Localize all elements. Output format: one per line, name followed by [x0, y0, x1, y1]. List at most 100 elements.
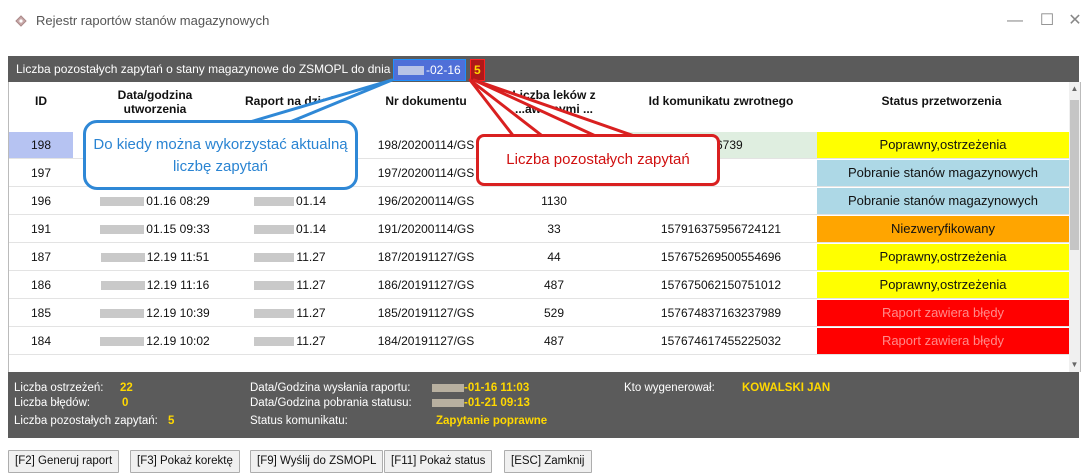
- remaining-queries-bar: Liczba pozostałych zapytań o stany magaz…: [8, 56, 1079, 82]
- cell-doc: 191/20200114/GS: [361, 216, 491, 242]
- column-header-drug-count[interactable]: Liczba leków z ...awionymi ...: [504, 88, 604, 116]
- remaining-queries-label: Liczba pozostałych zapytań o stany magaz…: [16, 62, 398, 76]
- cell-count: 44: [504, 244, 604, 270]
- column-header-return-message-id[interactable]: Id komunikatu zwrotnego: [621, 94, 821, 108]
- cell-msg-id: 157675062150751012: [621, 272, 821, 298]
- fetched-value: -01-21 09:13: [432, 396, 530, 410]
- cell-text: 11.27: [296, 250, 326, 264]
- cell-count: 1130: [504, 188, 604, 214]
- remaining-queries-count: 5: [470, 59, 485, 81]
- cell-status: Poprawny,ostrzeżenia: [817, 272, 1069, 298]
- minimize-button[interactable]: —: [998, 8, 1032, 34]
- table-row[interactable]: 196 01.16 08:29 01.14 196/20200114/GS 1130 Po…: [9, 188, 1069, 215]
- cell-text: 11.27: [296, 278, 326, 292]
- window-title: Rejestr raportów stanów magazynowych: [36, 13, 270, 28]
- cell-text: 184/20191127/GS: [377, 334, 475, 348]
- sent-label: Data/Godzina wysłania raportu:: [250, 382, 411, 394]
- redacted-year: [432, 383, 464, 392]
- cell-text: Poprawny,ostrzeżenia: [879, 137, 1007, 152]
- scroll-thumb[interactable]: [1070, 100, 1079, 250]
- redacted-year: [253, 225, 294, 235]
- cell-status: Poprawny,ostrzeżenia: [817, 244, 1069, 270]
- cell-id: 185: [9, 300, 73, 326]
- cell-status: Raport zawiera błędy: [817, 300, 1069, 326]
- remaining-value: 5: [168, 415, 175, 427]
- column-header-report-day[interactable]: Raport na dzień: [231, 94, 349, 108]
- cell-text: 157916375956724121: [660, 222, 782, 236]
- cell-count: 487: [504, 328, 604, 354]
- redacted-year: [254, 281, 295, 291]
- table-row[interactable]: 186 12.19 11:16 11.27 186/20191127/GS 487 157…: [9, 272, 1069, 299]
- column-header-document-number[interactable]: Nr dokumentu: [361, 94, 491, 108]
- redacted-year: [253, 197, 294, 207]
- cell-text: Poprawny,ostrzeżenia: [879, 277, 1007, 292]
- cell-created: 12.19 10:39: [91, 300, 219, 326]
- cell-id: 187: [9, 244, 73, 270]
- cell-status: Niezweryfikowany: [817, 216, 1069, 242]
- cell-id: 198: [9, 132, 73, 158]
- summary-panel: Liczba ostrzeżeń: 22 Liczba błędów: 0 Li…: [8, 372, 1079, 438]
- valid-until-date: -02-16: [393, 59, 466, 81]
- cell-text: 157675269500554696: [660, 250, 782, 264]
- cell-text: 186: [30, 278, 52, 292]
- message-status-value: Zapytanie poprawne: [436, 415, 548, 427]
- errors-label: Liczba błędów:: [14, 397, 91, 409]
- remaining-queries-callout: Liczba pozostałych zapytań: [476, 134, 720, 186]
- show-status-button[interactable]: [F11] Pokaż status: [384, 450, 493, 473]
- cell-text: 198: [30, 138, 52, 152]
- fetched-label: Data/Godzina pobrania statusu:: [250, 397, 412, 409]
- close-button[interactable]: ✕: [1058, 8, 1084, 34]
- cell-report-day: 11.27: [231, 272, 349, 298]
- cell-text: 12.19 11:16: [146, 278, 210, 292]
- redacted-year: [100, 197, 145, 207]
- cell-text: 01.14: [295, 194, 327, 208]
- cell-text: 01.16 08:29: [146, 194, 210, 208]
- cell-text: 196/20200114/GS: [377, 194, 475, 208]
- redacted-year: [432, 398, 464, 407]
- cell-text: 33: [547, 222, 561, 236]
- cell-msg-id: 157674837163237989: [621, 300, 821, 326]
- redacted-year: [100, 225, 145, 235]
- send-to-zsmopl-button[interactable]: [F9] Wyślij do ZSMOPL: [250, 450, 384, 473]
- cell-report-day: 11.27: [231, 300, 349, 326]
- cell-doc: 197/20200114/GS: [361, 160, 491, 186]
- table-row[interactable]: 187 12.19 11:51 11.27 187/20191127/GS 44 1576…: [9, 244, 1069, 271]
- redacted-year: [100, 337, 145, 347]
- cell-text: 11.27: [296, 306, 326, 320]
- cell-id: 197: [9, 160, 73, 186]
- generate-report-button[interactable]: [F2] Generuj raport: [8, 450, 120, 473]
- cell-report-day: 11.27: [231, 328, 349, 354]
- cell-text: 191: [30, 222, 52, 236]
- cell-doc: 198/20200114/GS: [361, 132, 491, 158]
- table-row[interactable]: 185 12.19 10:39 11.27 185/20191127/GS 529 157…: [9, 300, 1069, 327]
- title-bar: Rejestr raportów stanów magazynowych — ☐…: [0, 0, 1084, 40]
- cell-text: Raport zawiera błędy: [881, 305, 1005, 320]
- valid-until-callout: Do kiedy można wykorzystać aktualną licz…: [83, 120, 358, 190]
- column-header-created[interactable]: Data/godzina utworzenia: [91, 88, 219, 116]
- column-header-id[interactable]: ID: [9, 94, 73, 108]
- scroll-down-icon[interactable]: ▼: [1069, 358, 1080, 372]
- vertical-scrollbar[interactable]: ▲ ▼: [1069, 82, 1080, 372]
- table-row[interactable]: 191 01.15 09:33 01.14 191/20200114/GS 33 1579…: [9, 216, 1069, 243]
- cell-created: 01.16 08:29: [91, 188, 219, 214]
- cell-report-day: 11.27: [231, 244, 349, 270]
- cell-text: 12.19 10:02: [146, 334, 210, 348]
- scroll-up-icon[interactable]: ▲: [1069, 82, 1080, 96]
- table-row[interactable]: 184 12.19 10:02 11.27 184/20191127/GS 487 157…: [9, 328, 1069, 355]
- cell-text: 187/20191127/GS: [377, 250, 475, 264]
- cell-text: Poprawny,ostrzeżenia: [879, 249, 1007, 264]
- cell-text: 157675062150751012: [660, 278, 782, 292]
- close-dialog-button[interactable]: [ESC] Zamknij: [504, 450, 592, 473]
- column-header-status[interactable]: Status przetworzenia: [814, 94, 1069, 108]
- cell-text: Pobranie stanów magazynowych: [847, 165, 1039, 180]
- redacted-year: [100, 309, 145, 319]
- cell-text: 157674617455225032: [660, 334, 782, 348]
- cell-doc: 184/20191127/GS: [361, 328, 491, 354]
- cell-id: 196: [9, 188, 73, 214]
- cell-id: 186: [9, 272, 73, 298]
- cell-text: 191/20200114/GS: [377, 222, 475, 236]
- redacted-year: [398, 66, 424, 76]
- cell-status: Raport zawiera błędy: [817, 328, 1069, 354]
- cell-status: Pobranie stanów magazynowych: [817, 188, 1069, 214]
- show-correction-button[interactable]: [F3] Pokaż korektę: [130, 450, 240, 473]
